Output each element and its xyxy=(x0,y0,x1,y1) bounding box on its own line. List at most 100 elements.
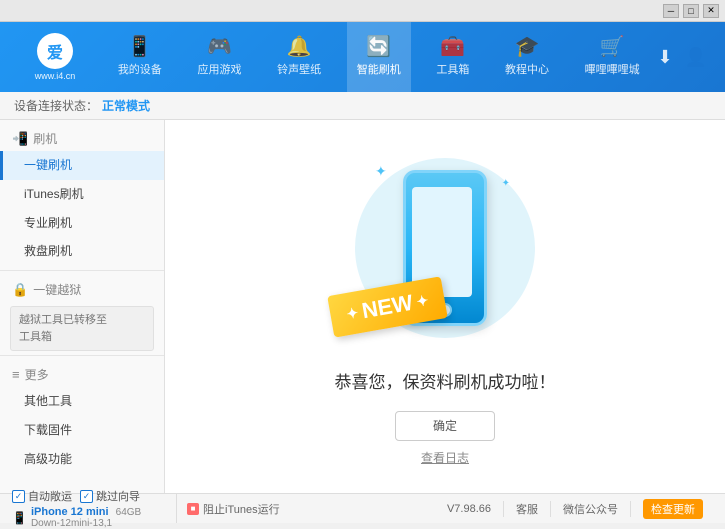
close-button[interactable]: ✕ xyxy=(703,4,719,18)
nav-app-game-label: 应用游戏 xyxy=(197,61,241,77)
logo-area[interactable]: 爱 www.i4.cn xyxy=(10,33,100,81)
nav-ringtone-wallpaper[interactable]: 🔔 铃声壁纸 xyxy=(267,22,331,92)
header: 爱 www.i4.cn 📱 我的设备 🎮 应用游戏 🔔 铃声壁纸 🔄 智能刷机 … xyxy=(0,22,725,92)
nav-toolbox[interactable]: 🧰 工具箱 xyxy=(426,22,479,92)
separator-2 xyxy=(550,501,551,517)
app-game-icon: 🎮 xyxy=(207,37,232,57)
itunes-status: ■ 阻止iTunes运行 xyxy=(187,501,280,517)
nav-bosi-label: 嗶哩嗶哩城 xyxy=(585,61,640,77)
new-star-right: ✦ xyxy=(415,291,430,310)
device-row: 📱 iPhone 12 mini 64GB Down-12mini-13,1 xyxy=(12,506,166,529)
bottom-right: V7.98.66 客服 微信公众号 检查更新 xyxy=(447,499,713,519)
check-update-button[interactable]: 检查更新 xyxy=(643,499,703,519)
nav-bosi-store[interactable]: 🛒 嗶哩嗶哩城 xyxy=(575,22,650,92)
sidebar-item-advanced[interactable]: 高级功能 xyxy=(0,445,164,474)
title-bar: ─ □ ✕ xyxy=(0,0,725,22)
confirm-button[interactable]: 确定 xyxy=(395,411,495,441)
logo-url: www.i4.cn xyxy=(35,71,76,81)
itunes-status-area: ■ 阻止iTunes运行 xyxy=(177,501,447,517)
sidebar-group-flash: 📲 刷机 xyxy=(0,124,164,151)
skip-wizard-checkbox[interactable]: ✓ 跳过向导 xyxy=(80,488,140,504)
minimize-button[interactable]: ─ xyxy=(663,4,679,18)
download-firmware-label: 下载固件 xyxy=(24,423,72,437)
new-star-left: ✦ xyxy=(345,303,360,322)
nav-my-device-label: 我的设备 xyxy=(118,61,162,77)
nav-items: 📱 我的设备 🎮 应用游戏 🔔 铃声壁纸 🔄 智能刷机 🧰 工具箱 🎓 教程中心… xyxy=(100,22,657,92)
separator-3 xyxy=(630,501,631,517)
download-button[interactable]: ⬇ xyxy=(657,47,672,68)
nav-right-buttons: ⬇ 👤 xyxy=(657,47,715,68)
sidebar-divider-2 xyxy=(0,355,164,356)
nav-tutorial[interactable]: 🎓 教程中心 xyxy=(495,22,559,92)
device-name: iPhone 12 mini xyxy=(31,506,109,518)
content-area: ✦ ✦ ✦ ✦ NEW ✦ 恭喜您，保资料刷机成功啦！ 确定 查看日志 xyxy=(165,120,725,493)
skip-wizard-check-icon: ✓ xyxy=(80,490,93,503)
nav-toolbox-label: 工具箱 xyxy=(436,61,469,77)
nav-smart-flash[interactable]: 🔄 智能刷机 xyxy=(347,22,411,92)
checkbox-row: ✓ 自动敞运 ✓ 跳过向导 xyxy=(12,488,166,504)
separator-1 xyxy=(503,501,504,517)
history-link[interactable]: 查看日志 xyxy=(421,449,469,466)
logo-symbol: 爱 xyxy=(47,39,63,63)
stop-icon: ■ xyxy=(187,503,199,515)
main-layout: 📲 刷机 一键刷机 iTunes刷机 专业刷机 救盘刷机 🔒 一键越狱 越狱工具… xyxy=(0,120,725,493)
tutorial-icon: 🎓 xyxy=(515,37,540,57)
customer-service-link[interactable]: 客服 xyxy=(516,501,538,517)
sidebar-item-recovery-flash[interactable]: 救盘刷机 xyxy=(0,237,164,266)
nav-smart-flash-label: 智能刷机 xyxy=(357,61,401,77)
sidebar-divider-1 xyxy=(0,270,164,271)
sidebar-item-itunes-flash[interactable]: iTunes刷机 xyxy=(0,180,164,209)
sidebar-item-other-tools[interactable]: 其他工具 xyxy=(0,387,164,416)
auto-launch-checkbox[interactable]: ✓ 自动敞运 xyxy=(12,488,72,504)
sparkle-2: ✦ xyxy=(502,178,510,189)
jailbreak-group-label: 一键越狱 xyxy=(33,281,81,298)
auto-launch-check-icon: ✓ xyxy=(12,490,25,503)
version-text: V7.98.66 xyxy=(447,503,491,515)
nav-my-device[interactable]: 📱 我的设备 xyxy=(108,22,172,92)
jailbreak-notice: 越狱工具已转移至工具箱 xyxy=(10,306,154,351)
ringtone-icon: 🔔 xyxy=(287,37,312,57)
window-controls[interactable]: ─ □ ✕ xyxy=(663,4,719,18)
logo-icon: 爱 xyxy=(37,33,73,69)
maximize-button[interactable]: □ xyxy=(683,4,699,18)
sidebar: 📲 刷机 一键刷机 iTunes刷机 专业刷机 救盘刷机 🔒 一键越狱 越狱工具… xyxy=(0,120,165,493)
status-label: 设备连接状态： xyxy=(14,97,98,114)
wechat-link[interactable]: 微信公众号 xyxy=(563,501,618,517)
device-phone-icon: 📱 xyxy=(12,511,27,525)
success-message: 恭喜您，保资料刷机成功啦！ xyxy=(335,368,556,393)
jailbreak-group-icon: 🔒 xyxy=(12,282,28,298)
my-device-icon: 📱 xyxy=(127,37,152,57)
one-click-flash-label: 一键刷机 xyxy=(24,158,72,172)
more-group-icon: ≡ xyxy=(12,367,20,382)
device-info: iPhone 12 mini 64GB Down-12mini-13,1 xyxy=(31,506,141,529)
recovery-flash-label: 救盘刷机 xyxy=(24,244,72,258)
flash-group-icon: 📲 xyxy=(12,131,28,147)
sidebar-group-jailbreak: 🔒 一键越狱 xyxy=(0,275,164,302)
sidebar-item-pro-flash[interactable]: 专业刷机 xyxy=(0,209,164,238)
pro-flash-label: 专业刷机 xyxy=(24,216,72,230)
nav-app-game[interactable]: 🎮 应用游戏 xyxy=(187,22,251,92)
nav-ringtone-label: 铃声壁纸 xyxy=(277,61,321,77)
sidebar-item-one-click-flash[interactable]: 一键刷机 xyxy=(0,151,164,180)
skip-wizard-label: 跳过向导 xyxy=(96,488,140,504)
jailbreak-notice-text: 越狱工具已转移至工具箱 xyxy=(19,314,107,343)
sidebar-item-download-firmware[interactable]: 下载固件 xyxy=(0,416,164,445)
itunes-flash-label: iTunes刷机 xyxy=(24,187,84,201)
new-badge-text: NEW xyxy=(360,289,415,324)
status-bar: 设备连接状态： 正常模式 xyxy=(0,92,725,120)
device-storage: 64GB xyxy=(116,507,142,518)
sparkle-1: ✦ xyxy=(375,163,387,180)
nav-tutorial-label: 教程中心 xyxy=(505,61,549,77)
itunes-status-label: 阻止iTunes运行 xyxy=(203,501,280,517)
bottom-bar: ✓ 自动敞运 ✓ 跳过向导 📱 iPhone 12 mini 64GB Down… xyxy=(0,493,725,523)
device-firmware: Down-12mini-13,1 xyxy=(31,518,141,529)
flash-group-label: 刷机 xyxy=(33,130,57,147)
other-tools-label: 其他工具 xyxy=(24,394,72,408)
store-icon: 🛒 xyxy=(600,37,625,57)
more-group-label: 更多 xyxy=(25,366,49,383)
user-button[interactable]: 👤 xyxy=(685,47,707,68)
phone-illustration: ✦ ✦ ✦ ✦ NEW ✦ xyxy=(345,148,545,348)
sidebar-group-more: ≡ 更多 xyxy=(0,360,164,387)
auto-launch-label: 自动敞运 xyxy=(28,488,72,504)
smart-flash-icon: 🔄 xyxy=(366,37,391,57)
